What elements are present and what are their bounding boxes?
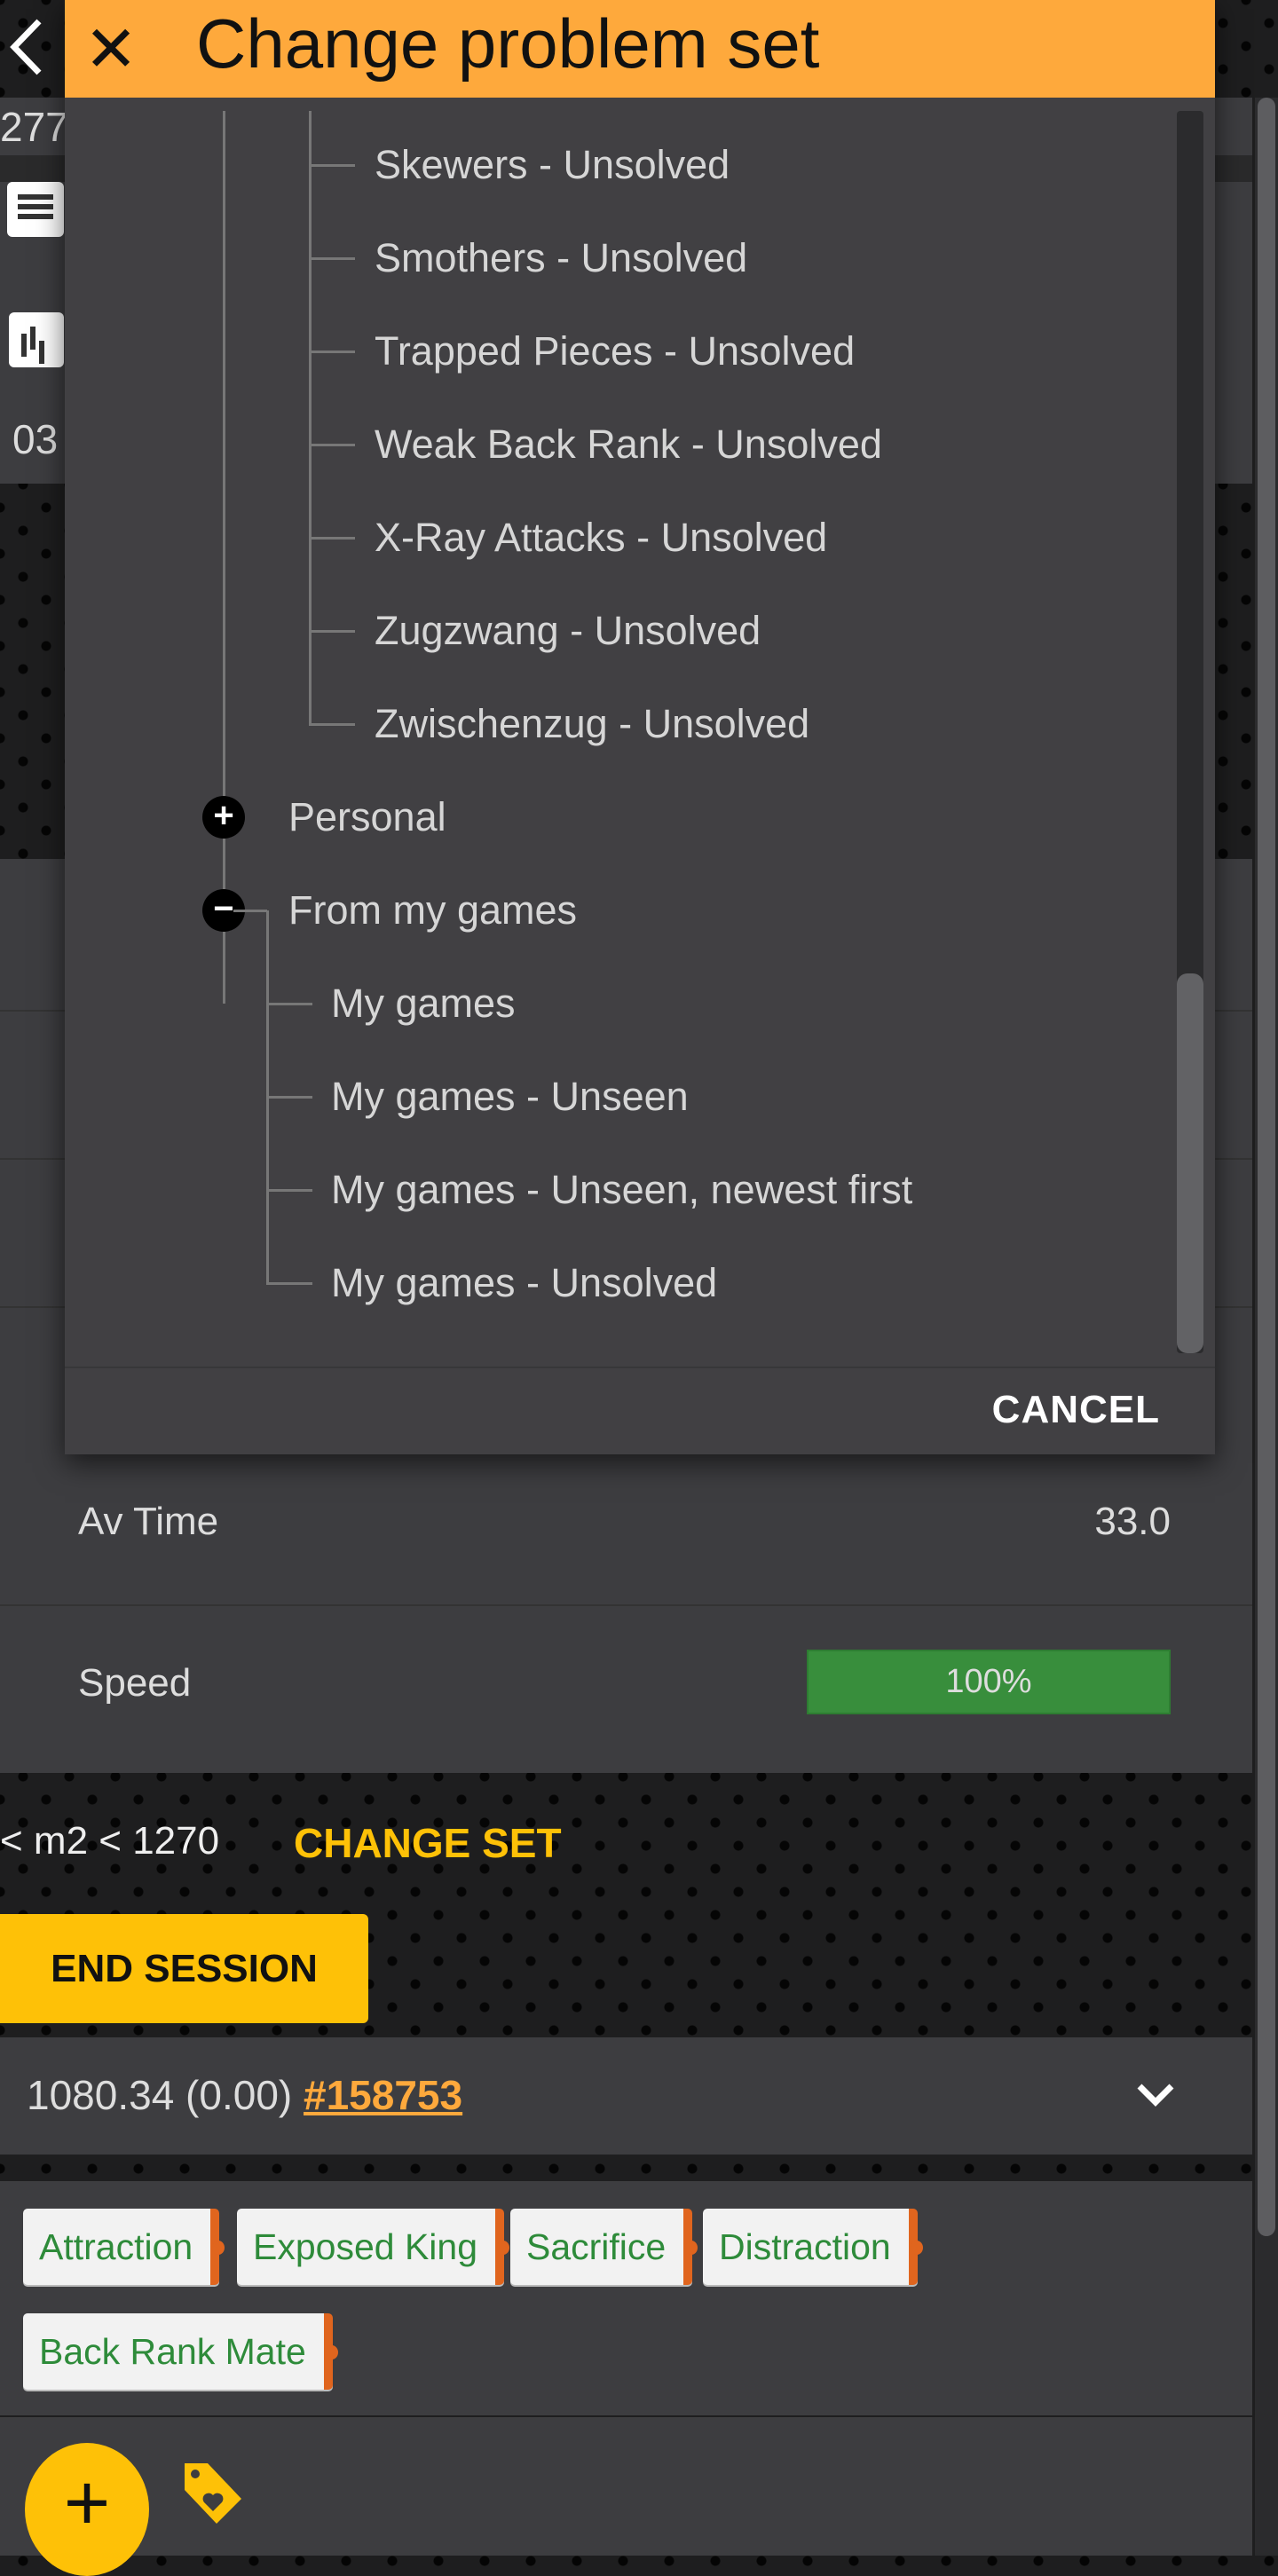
set-label: < m2 < 1270	[0, 1819, 220, 1863]
stat-label: Speed	[78, 1661, 192, 1705]
tree-line	[309, 257, 355, 260]
tree-line	[309, 537, 355, 540]
add-button[interactable]: +	[25, 2443, 149, 2576]
divider	[0, 1604, 1252, 1606]
tree-item-from-my-games[interactable]: From my games	[288, 887, 577, 934]
change-set-button[interactable]: CHANGE SET	[294, 1819, 562, 1867]
rating-value: 277	[0, 104, 68, 150]
stat-label: Av Time	[78, 1500, 219, 1543]
chat-icon[interactable]	[7, 182, 64, 237]
tag[interactable]: Distraction	[703, 2209, 923, 2285]
close-icon[interactable]: ✕	[77, 16, 145, 83]
speed-bar-label: 100%	[945, 1663, 1032, 1700]
tree-line	[309, 723, 355, 726]
back-icon[interactable]	[4, 16, 48, 78]
page-scrollbar[interactable]	[1255, 98, 1278, 2556]
tag[interactable]: Sacrifice	[510, 2209, 698, 2285]
tree-item-personal[interactable]: Personal	[288, 794, 446, 840]
tree-item[interactable]: Trapped Pieces - Unsolved	[375, 328, 855, 374]
tree-item[interactable]: Weak Back Rank - Unsolved	[375, 421, 882, 468]
tree-line	[309, 444, 355, 446]
tree-item[interactable]: My games	[331, 981, 516, 1027]
tree-item[interactable]: My games - Unseen	[331, 1074, 689, 1120]
tree-line	[309, 351, 355, 353]
page-scrollbar-thumb[interactable]	[1258, 98, 1275, 2236]
tree-item[interactable]: Zwischenzug - Unsolved	[375, 701, 809, 747]
tree-line	[266, 1282, 312, 1285]
problem-info: 1080.34 (0.00) #158753	[27, 2071, 462, 2119]
tree-line	[223, 111, 225, 1004]
dialog-header: ✕ Change problem set	[65, 0, 1215, 98]
dialog-scrollbar-thumb[interactable]	[1177, 973, 1203, 1353]
tree-item[interactable]: X-Ray Attacks - Unsolved	[375, 515, 827, 561]
tree-item[interactable]: Zugzwang - Unsolved	[375, 608, 761, 654]
tree-line	[266, 1003, 312, 1005]
stat-value: 33.0	[1094, 1500, 1171, 1543]
tree-line	[266, 1189, 312, 1192]
tag-heart-icon[interactable]	[178, 2458, 248, 2533]
tree-line	[233, 910, 267, 912]
tree-line	[309, 630, 355, 633]
tag[interactable]: Exposed King	[237, 2209, 510, 2285]
expand-plus-icon[interactable]: +	[202, 796, 245, 839]
time-value: 03	[12, 416, 59, 462]
tag[interactable]: Attraction	[23, 2209, 225, 2285]
cancel-button[interactable]: CANCEL	[992, 1388, 1160, 1432]
tree-item[interactable]: Skewers - Unsolved	[375, 142, 730, 188]
tree-item[interactable]: My games - Unseen, newest first	[331, 1167, 912, 1213]
dialog-title: Change problem set	[196, 4, 820, 83]
tree-line	[266, 1096, 312, 1099]
tree-line	[309, 164, 355, 167]
end-session-button[interactable]: END SESSION	[0, 1914, 368, 2023]
problem-id-link[interactable]: #158753	[304, 2072, 462, 2118]
tree-item[interactable]: Smothers - Unsolved	[375, 235, 747, 281]
problem-rating: 1080.34 (0.00)	[27, 2072, 293, 2118]
tag[interactable]: Back Rank Mate	[23, 2313, 338, 2390]
dialog-actions: CANCEL	[65, 1367, 1215, 1454]
stats-icon[interactable]	[9, 312, 64, 367]
dialog-scrollbar[interactable]	[1177, 111, 1203, 1353]
change-problem-set-dialog: ✕ Change problem set Skewers - Unsolved S…	[65, 0, 1215, 1454]
speed-bar: 100%	[807, 1650, 1171, 1714]
tree-item[interactable]: My games - Unsolved	[331, 1260, 717, 1306]
chevron-down-icon[interactable]	[1134, 2081, 1177, 2114]
